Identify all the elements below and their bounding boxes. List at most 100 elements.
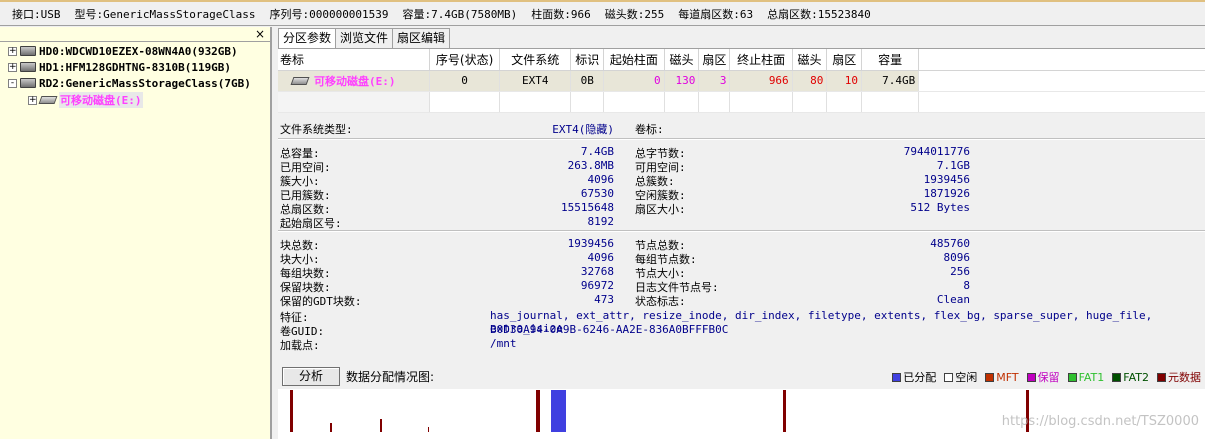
column-header[interactable]: 文件系统 bbox=[499, 49, 572, 71]
stat-value: 7944011776 bbox=[903, 145, 970, 158]
allocated-block bbox=[551, 390, 566, 432]
tab-bar: 分区参数 浏览文件 扇区编辑 bbox=[278, 28, 451, 49]
fs-type-value: EXT4(隐藏) bbox=[552, 123, 614, 136]
column-header[interactable]: 容量 bbox=[861, 49, 920, 71]
tree-item-rd2[interactable]: - RD2:GenericMassStorageClass(7GB) bbox=[8, 75, 251, 91]
table-row[interactable]: 可移动磁盘(E:) 0 EXT4 0B 0 130 3 966 80 10 7.… bbox=[278, 70, 1205, 92]
expand-icon[interactable]: + bbox=[28, 95, 37, 105]
fs-cell: EXT4 bbox=[499, 70, 572, 92]
expand-icon[interactable]: + bbox=[8, 46, 17, 56]
id-cell: 0B bbox=[570, 70, 605, 92]
disk-info-bar: 接口:USB 型号:GenericMassStorageClass 序列号:00… bbox=[0, 0, 1205, 26]
tree-item-hd0[interactable]: + HD0:WDCWD10EZEX-08WN4A0(932GB) bbox=[8, 43, 238, 59]
tree-item-hd1[interactable]: + HD1:HFM128GDHTNG-8310B(119GB) bbox=[8, 59, 231, 75]
expand-icon[interactable]: + bbox=[8, 62, 17, 72]
guid-value: B0D30A94-0A9B-6246-AA2E-836A0BFFFB0C bbox=[490, 323, 729, 336]
distribution-label: 数据分配情况图: bbox=[346, 370, 435, 384]
legend-swatch-icon bbox=[1026, 372, 1036, 382]
hard-disk-icon bbox=[20, 62, 36, 72]
fs-type-label: 文件系统类型: bbox=[280, 123, 353, 136]
total-sectors-info: 总扇区数:15523840 bbox=[767, 7, 871, 21]
close-icon[interactable]: × bbox=[254, 28, 266, 40]
divider bbox=[278, 230, 1205, 232]
legend-label: 元数据 bbox=[1168, 371, 1201, 384]
column-header[interactable]: 磁头 bbox=[664, 49, 700, 71]
removable-disk-icon bbox=[20, 78, 36, 88]
metadata-block bbox=[330, 423, 332, 432]
tree-item-label: HD0:WDCWD10EZEX-08WN4A0(932GB) bbox=[39, 44, 238, 58]
stat-value: 15515648 bbox=[561, 201, 614, 214]
ext-stat-value: Clean bbox=[936, 293, 970, 306]
legend-item: 空闲 bbox=[944, 369, 977, 385]
usb-drive-icon bbox=[290, 76, 310, 85]
volume-label-label: 卷标: bbox=[635, 123, 664, 136]
start-sector-cell: 3 bbox=[698, 70, 731, 92]
watermark: https://blog.csdn.net/TSZ0000 bbox=[1001, 414, 1199, 429]
column-header[interactable]: 终止柱面 bbox=[729, 49, 793, 71]
tree-item-label: HD1:HFM128GDHTNG-8310B(119GB) bbox=[39, 60, 232, 74]
stat-value: 8192 bbox=[587, 215, 615, 228]
capacity-info: 容量:7.4GB(7580MB) bbox=[402, 7, 518, 21]
column-header[interactable]: 扇区 bbox=[826, 49, 863, 71]
column-header[interactable]: 扇区 bbox=[698, 49, 731, 71]
model-info: 型号:GenericMassStorageClass bbox=[74, 7, 256, 21]
ext-stat-value: 485760 bbox=[930, 237, 970, 250]
tree-divider bbox=[0, 41, 270, 42]
legend-item: FAT1 bbox=[1067, 370, 1105, 384]
hard-disk-icon bbox=[20, 46, 36, 56]
start-cylinder-cell: 0 bbox=[603, 70, 665, 92]
interface-info: 接口:USB bbox=[12, 7, 61, 21]
table-row-empty bbox=[278, 91, 1205, 113]
legend-label: MFT bbox=[996, 370, 1019, 384]
metadata-block bbox=[290, 390, 293, 432]
column-header[interactable]: 起始柱面 bbox=[603, 49, 665, 71]
stat-value: 7.1GB bbox=[936, 159, 970, 172]
stat-value: 512 Bytes bbox=[910, 201, 970, 214]
serial-info: 序列号:000000001539 bbox=[269, 7, 389, 21]
stat-value: 4096 bbox=[587, 173, 615, 186]
stat-label: 起始扇区号: bbox=[280, 217, 342, 230]
tree-item-label: 可移动磁盘(E:) bbox=[59, 92, 143, 108]
legend-label: FAT2 bbox=[1123, 370, 1149, 384]
column-header[interactable]: 标识 bbox=[570, 49, 605, 71]
ext-stat-value: 473 bbox=[594, 293, 614, 306]
tree-item-partition-e[interactable]: + 可移动磁盘(E:) bbox=[28, 92, 143, 108]
stat-value: 67530 bbox=[580, 187, 614, 200]
metadata-block bbox=[783, 390, 786, 432]
legend-label: 保留 bbox=[1037, 371, 1060, 384]
ext-stat-value: 8096 bbox=[943, 251, 971, 264]
mount-value: /mnt bbox=[490, 337, 517, 350]
metadata-block bbox=[536, 390, 540, 432]
start-head-cell: 130 bbox=[664, 70, 700, 92]
tab-browse-files[interactable]: 浏览文件 bbox=[335, 28, 394, 48]
column-header-filler bbox=[918, 49, 1205, 71]
analyze-button[interactable]: 分析 bbox=[282, 367, 340, 386]
column-header[interactable]: 卷标 bbox=[278, 49, 430, 71]
legend-label: 空闲 bbox=[955, 371, 978, 384]
tab-partition-params[interactable]: 分区参数 bbox=[278, 28, 337, 49]
end-sector-cell: 10 bbox=[826, 70, 863, 92]
volume-cell: 可移动磁盘(E:) bbox=[278, 70, 430, 92]
ext-stat-value: 256 bbox=[950, 265, 970, 278]
ext-stat-label: 保留的GDT块数: bbox=[280, 295, 362, 308]
legend-label: FAT1 bbox=[1078, 370, 1105, 384]
end-head-cell: 80 bbox=[792, 70, 828, 92]
ext-stat-value: 8 bbox=[963, 279, 970, 292]
allocation-map: https://blog.csdn.net/TSZ0000 bbox=[278, 389, 1205, 439]
analysis-bar: 分析 数据分配情况图: 已分配 空闲 MFT 保留 FAT1 FAT2 元数据 bbox=[278, 365, 1205, 387]
table-header-row: 卷标 序号(状态) 文件系统 标识 起始柱面 磁头 扇区 终止柱面 磁头 扇区 … bbox=[278, 49, 1205, 71]
volume-name: 可移动磁盘(E:) bbox=[314, 74, 396, 88]
partition-table: 卷标 序号(状态) 文件系统 标识 起始柱面 磁头 扇区 终止柱面 磁头 扇区 … bbox=[278, 48, 1205, 113]
column-header[interactable]: 序号(状态) bbox=[429, 49, 501, 71]
column-header[interactable]: 磁头 bbox=[792, 49, 828, 71]
mount-label: 加载点: bbox=[280, 339, 320, 352]
usb-drive-icon bbox=[38, 96, 58, 104]
collapse-icon[interactable]: - bbox=[8, 78, 17, 88]
metadata-block bbox=[380, 419, 382, 432]
legend-swatch-icon bbox=[985, 372, 995, 382]
ext-stat-label: 状态标志: bbox=[635, 295, 686, 308]
legend-swatch-icon bbox=[1157, 372, 1166, 382]
legend-label: 已分配 bbox=[903, 371, 937, 384]
tab-sector-edit[interactable]: 扇区编辑 bbox=[392, 28, 451, 48]
ext-stat-value: 96972 bbox=[580, 279, 614, 292]
